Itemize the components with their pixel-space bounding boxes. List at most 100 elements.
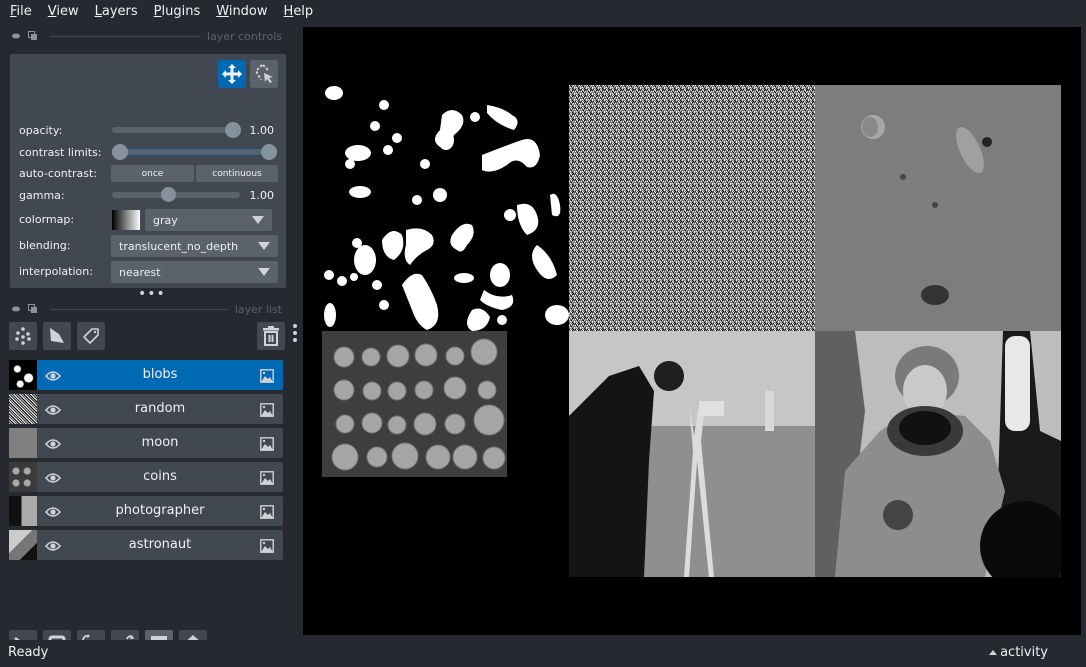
new-labels-layer-button[interactable]: [77, 322, 105, 350]
layer-row-coins[interactable]: coins: [9, 462, 283, 492]
transform-button[interactable]: [250, 60, 278, 88]
layer-row-photographer[interactable]: photographer: [9, 496, 283, 526]
eye-icon[interactable]: [44, 436, 62, 455]
eye-icon[interactable]: [44, 402, 62, 421]
layer-thumbnail: [9, 530, 37, 560]
trash-icon: [263, 326, 279, 346]
contrast-min-handle[interactable]: [112, 144, 128, 160]
contrast-max-handle[interactable]: [261, 144, 277, 160]
menu-layers[interactable]: Layers: [89, 1, 144, 23]
menu-plugins[interactable]: Plugins: [148, 1, 207, 23]
eye-icon[interactable]: [44, 504, 62, 523]
moon-image: [815, 85, 1061, 331]
colormap-dropdown[interactable]: gray: [145, 209, 272, 231]
layer-controls-title: layer controls: [207, 29, 282, 43]
select-transform-icon: [254, 64, 273, 83]
menu-bar: File View Layers Plugins Window Help: [0, 0, 1086, 24]
layer-name: random: [134, 401, 186, 416]
colormap-label: colormap:: [19, 213, 75, 226]
menu-file[interactable]: File: [4, 1, 38, 23]
coins-image: [322, 331, 507, 477]
opacity-value: 1.00: [249, 124, 275, 137]
title-divider: [50, 308, 229, 310]
photographer-image: [569, 331, 815, 577]
auto-contrast-label: auto-contrast:: [19, 167, 98, 180]
gamma-slider-handle[interactable]: [160, 187, 176, 202]
layer-item[interactable]: photographer: [37, 496, 283, 526]
layer-thumbnail: [9, 428, 37, 458]
layer-name: photographer: [115, 503, 205, 518]
layer-item[interactable]: coins: [37, 462, 283, 492]
blending-value: translucent_no_depth: [119, 239, 239, 253]
status-message: Ready: [8, 645, 49, 660]
pan-zoom-button[interactable]: [218, 60, 246, 88]
dock-splitter-handle[interactable]: •••: [138, 287, 166, 301]
label-tag-icon: [83, 328, 99, 344]
layer-row-moon[interactable]: moon: [9, 428, 283, 458]
status-bar: Ready activity: [0, 640, 1086, 667]
image-icon: [260, 402, 274, 421]
dock-close-icon[interactable]: [10, 304, 22, 314]
left-dock: layer controls opacity: 1.00 contrast li…: [0, 26, 303, 658]
layer-item[interactable]: blobs: [37, 360, 283, 390]
dock-float-icon[interactable]: [27, 31, 39, 41]
eye-icon[interactable]: [44, 368, 62, 387]
menu-view[interactable]: View: [42, 1, 85, 23]
menu-help[interactable]: Help: [278, 1, 320, 23]
layer-name: coins: [143, 469, 177, 484]
layer-name: moon: [141, 435, 179, 450]
opacity-slider-track[interactable]: [112, 127, 240, 133]
viewer-canvas[interactable]: [303, 27, 1081, 635]
layer-item[interactable]: moon: [37, 428, 283, 458]
chevron-down-icon: [258, 268, 270, 276]
layer-row-astronaut[interactable]: astronaut: [9, 530, 283, 560]
layer-thumbnail: [9, 394, 37, 424]
blending-label: blending:: [19, 239, 71, 252]
colormap-preview: [112, 210, 140, 230]
auto-contrast-continuous-button[interactable]: continuous: [196, 165, 278, 182]
interpolation-label: interpolation:: [19, 265, 93, 278]
dock-close-icon[interactable]: [10, 31, 22, 41]
chevron-down-icon: [252, 216, 264, 224]
gamma-label: gamma:: [19, 189, 65, 202]
points-icon: [15, 327, 31, 345]
astronaut-image: [815, 331, 1061, 577]
layer-controls-panel: opacity: 1.00 contrast limits: auto-cont…: [10, 54, 286, 288]
layer-item[interactable]: random: [37, 394, 283, 424]
image-icon: [260, 470, 274, 489]
delete-layer-button[interactable]: [257, 322, 285, 350]
chevron-down-icon: [258, 242, 270, 250]
layer-row-random[interactable]: random: [9, 394, 283, 424]
title-divider: [50, 35, 202, 37]
random-image: [569, 85, 815, 331]
new-shapes-layer-button[interactable]: [43, 322, 71, 350]
blobs-image: [322, 85, 569, 331]
layer-list-more-icon[interactable]: [293, 324, 299, 342]
colormap-value: gray: [153, 213, 178, 227]
dock-float-icon[interactable]: [27, 304, 39, 314]
layer-controls-titlebar: layer controls: [0, 27, 290, 45]
image-icon: [260, 504, 274, 523]
layer-name: astronaut: [128, 537, 192, 552]
layer-thumbnail: [9, 360, 37, 390]
chevron-up-icon: [989, 650, 998, 655]
image-icon: [260, 436, 274, 455]
gamma-slider-track[interactable]: [112, 192, 240, 198]
menu-window[interactable]: Window: [210, 1, 273, 23]
layer-list-titlebar: layer list: [0, 300, 290, 318]
layer-name: blobs: [142, 367, 178, 382]
new-points-layer-button[interactable]: [9, 322, 37, 350]
eye-icon[interactable]: [44, 470, 62, 489]
auto-contrast-once-button[interactable]: once: [111, 165, 194, 182]
layer-thumbnail: [9, 496, 37, 526]
interpolation-value: nearest: [119, 265, 161, 279]
activity-toggle[interactable]: activity: [989, 645, 1048, 660]
eye-icon[interactable]: [44, 538, 62, 557]
contrast-limits-range[interactable]: [120, 149, 270, 155]
interpolation-dropdown[interactable]: nearest: [111, 261, 278, 283]
layer-item[interactable]: astronaut: [37, 530, 283, 560]
blending-dropdown[interactable]: translucent_no_depth: [111, 235, 278, 257]
activity-label: activity: [1000, 645, 1048, 660]
layer-row-blobs[interactable]: blobs: [9, 360, 283, 390]
image-icon: [260, 538, 274, 557]
